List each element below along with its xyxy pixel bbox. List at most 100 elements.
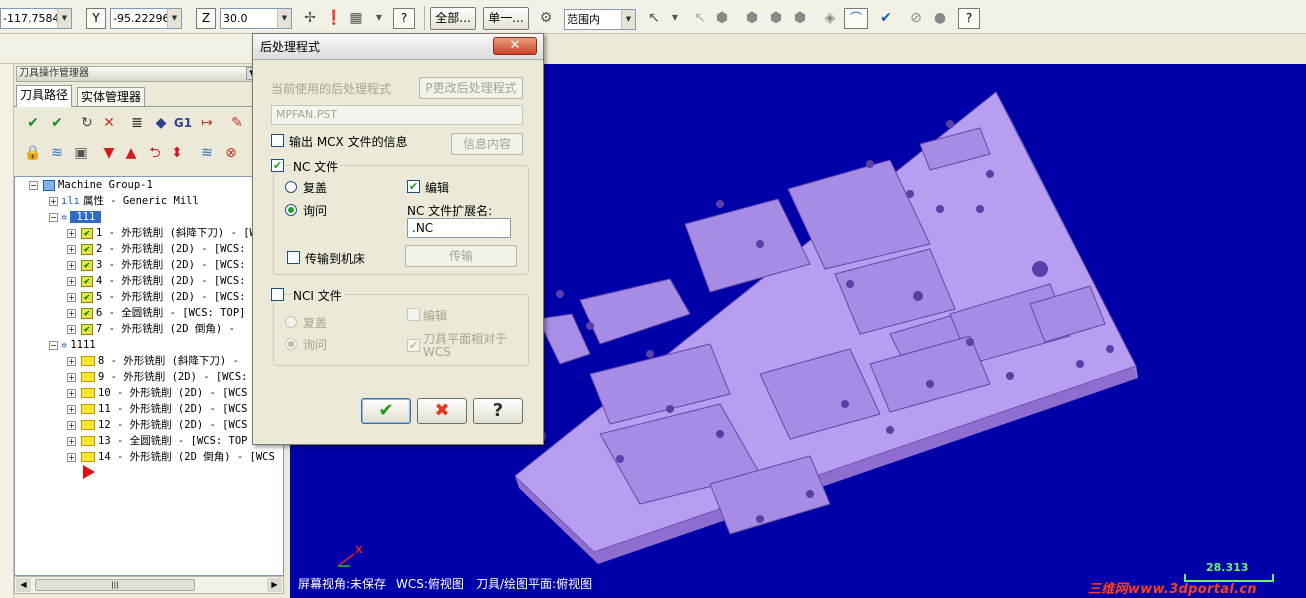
- verify-select-icon[interactable]: ✔: [876, 8, 896, 28]
- collapse-icon[interactable]: −: [49, 341, 58, 350]
- regenerate-dirty-icon[interactable]: ✕: [98, 112, 120, 134]
- expand-icon[interactable]: +: [67, 293, 76, 302]
- backplot-icon[interactable]: ≣: [126, 112, 148, 134]
- tree-op[interactable]: 9 - 外形铣削 (2D) - [WCS:: [81, 369, 247, 385]
- arc-select-icon[interactable]: ⌒: [844, 8, 868, 29]
- chevron-down-icon[interactable]: ▼: [277, 9, 291, 28]
- insert-arrow-icon[interactable]: ⮌: [144, 142, 166, 164]
- chevron-down-icon[interactable]: ▼: [621, 10, 635, 29]
- solid-select-icon[interactable]: ⬢: [712, 8, 732, 28]
- face-select-icon[interactable]: ⬢: [742, 8, 762, 28]
- toggle-display-icon[interactable]: ≋: [46, 142, 68, 164]
- expand-icon[interactable]: +: [67, 277, 76, 286]
- select-all-ops-icon[interactable]: ✔: [22, 112, 44, 134]
- nc-file-checkbox[interactable]: ✔: [271, 159, 284, 172]
- expand-icon[interactable]: +: [67, 437, 76, 446]
- expand-icon[interactable]: +: [67, 325, 76, 334]
- select-single-button[interactable]: 单一...: [483, 7, 529, 30]
- expand-icon[interactable]: +: [67, 421, 76, 430]
- transfer-checkbox[interactable]: [287, 251, 300, 264]
- nci-file-checkbox[interactable]: [271, 288, 284, 301]
- edit-checkbox[interactable]: ✔: [407, 180, 420, 193]
- help-icon[interactable]: ?: [958, 8, 980, 29]
- expand-icon[interactable]: +: [49, 197, 58, 206]
- tree-op[interactable]: 10 - 外形铣削 (2D) - [WCS: [81, 385, 247, 401]
- ok-check-icon[interactable]: ✔: [361, 398, 411, 424]
- nci-ask-radio[interactable]: [285, 338, 297, 350]
- nci-overwrite-radio[interactable]: [285, 316, 297, 328]
- tab-solids[interactable]: 实体管理器: [77, 87, 146, 107]
- cancel-x-icon[interactable]: ✖: [417, 398, 467, 424]
- tree-op[interactable]: 8 - 外形铣削 (斜降下刀) -: [81, 353, 239, 369]
- move-down-icon[interactable]: ▼: [98, 142, 120, 164]
- info-content-button[interactable]: 信息内容: [451, 133, 523, 155]
- post-file-field[interactable]: MPFAN.PST: [271, 105, 523, 125]
- selection-mode-select[interactable]: 范围内 ▼: [564, 9, 636, 30]
- tree-op[interactable]: ✔ 7 - 外形铣削 (2D 倒角) -: [81, 321, 235, 337]
- select-invalid-ops-icon[interactable]: ✔: [46, 112, 68, 134]
- post-toggle-icon[interactable]: ▣: [70, 142, 92, 164]
- ask-radio[interactable]: [285, 204, 297, 216]
- change-post-button[interactable]: P更改后处理程式: [419, 77, 523, 99]
- edge-select-icon[interactable]: ⬢: [790, 8, 810, 28]
- chevron-down-icon[interactable]: ▼: [372, 8, 386, 28]
- tool-icon[interactable]: ✎: [226, 112, 248, 134]
- tree-op[interactable]: ✔ 6 - 全圆铣削 - [WCS: TOP]: [81, 305, 245, 321]
- transfer-button[interactable]: 传输: [405, 245, 517, 267]
- verify-icon[interactable]: ◆: [150, 112, 172, 134]
- autocursor-icon[interactable]: ❗: [324, 8, 344, 28]
- toolpath-display-icon[interactable]: ≋: [196, 142, 218, 164]
- chevron-down-icon[interactable]: ▼: [57, 9, 71, 28]
- fast-point-icon[interactable]: ✢: [300, 8, 320, 28]
- expand-icon[interactable]: +: [67, 261, 76, 270]
- nc-ext-input[interactable]: .NC: [407, 218, 511, 238]
- scroll-thumb[interactable]: |||: [35, 579, 195, 591]
- regenerate-icon[interactable]: ↻: [76, 112, 98, 134]
- expand-icon[interactable]: +: [67, 373, 76, 382]
- scroll-right-icon[interactable]: ▶: [267, 578, 282, 592]
- collapse-icon[interactable]: −: [29, 181, 38, 190]
- cursor-arrow-icon[interactable]: ↖: [644, 8, 664, 28]
- expand-icon[interactable]: +: [67, 453, 76, 462]
- nci-edit-checkbox[interactable]: [407, 308, 420, 321]
- x-coordinate-field[interactable]: -117.7584 ▼: [0, 8, 72, 29]
- collapse-icon[interactable]: −: [49, 213, 58, 222]
- tree-op[interactable]: ✔ 2 - 外形铣削 (2D) - [WCS:: [81, 241, 245, 257]
- tree-properties[interactable]: ılı 属性 - Generic Mill: [61, 193, 199, 209]
- close-icon[interactable]: ✕: [493, 37, 537, 55]
- tree-op[interactable]: ✔ 3 - 外形铣削 (2D) - [WCS:: [81, 257, 245, 273]
- tree-op[interactable]: 14 - 外形铣削 (2D 倒角) - [WCS: [81, 449, 275, 465]
- expand-icon[interactable]: +: [67, 405, 76, 414]
- expand-icon[interactable]: +: [67, 389, 76, 398]
- move-up-icon[interactable]: ▲: [120, 142, 142, 164]
- tree-group-1111[interactable]: ✲ 1111: [61, 337, 96, 353]
- scroll-to-insert-icon[interactable]: ⬍: [166, 142, 188, 164]
- high-speed-icon[interactable]: ↦: [196, 112, 218, 134]
- tree-group-111[interactable]: ✲ 111: [61, 209, 102, 225]
- select-mask-icon[interactable]: ⚙: [536, 8, 556, 28]
- chevron-down-icon[interactable]: ▼: [668, 8, 682, 28]
- grid-icon[interactable]: ▦: [346, 8, 366, 28]
- overwrite-radio[interactable]: [285, 181, 297, 193]
- help-icon[interactable]: ?: [473, 398, 523, 424]
- tree-root[interactable]: Machine Group-1: [43, 177, 153, 193]
- expand-icon[interactable]: +: [67, 245, 76, 254]
- output-mcx-checkbox[interactable]: [271, 134, 284, 147]
- tree-op[interactable]: ✔ 1 - 外形铣削 (斜降下刀) - [WCS: [81, 225, 269, 241]
- tree-op[interactable]: ✔ 5 - 外形铣削 (2D) - [WCS:: [81, 289, 245, 305]
- chevron-down-icon[interactable]: ▼: [167, 9, 181, 28]
- clear-select-icon[interactable]: ⊘: [906, 8, 926, 28]
- expand-icon[interactable]: +: [67, 229, 76, 238]
- tree-op[interactable]: 13 - 全圆铣削 - [WCS: TOP: [81, 433, 247, 449]
- gray-circle-icon[interactable]: ●: [930, 8, 950, 28]
- post-g1-icon[interactable]: G1: [172, 112, 194, 134]
- tab-toolpaths[interactable]: 刀具路径: [16, 85, 73, 107]
- select-all-button[interactable]: 全部...: [430, 7, 476, 30]
- help-op-icon[interactable]: ⊗: [220, 142, 242, 164]
- cube-icon[interactable]: ◈: [820, 8, 840, 28]
- scroll-left-icon[interactable]: ◀: [16, 578, 31, 592]
- z-coordinate-field[interactable]: 30.0 ▼: [220, 8, 292, 29]
- lock-icon[interactable]: 🔒: [22, 142, 44, 164]
- y-coordinate-field[interactable]: -95.22296 ▼: [110, 8, 182, 29]
- select-vector-icon[interactable]: ↖: [690, 8, 710, 28]
